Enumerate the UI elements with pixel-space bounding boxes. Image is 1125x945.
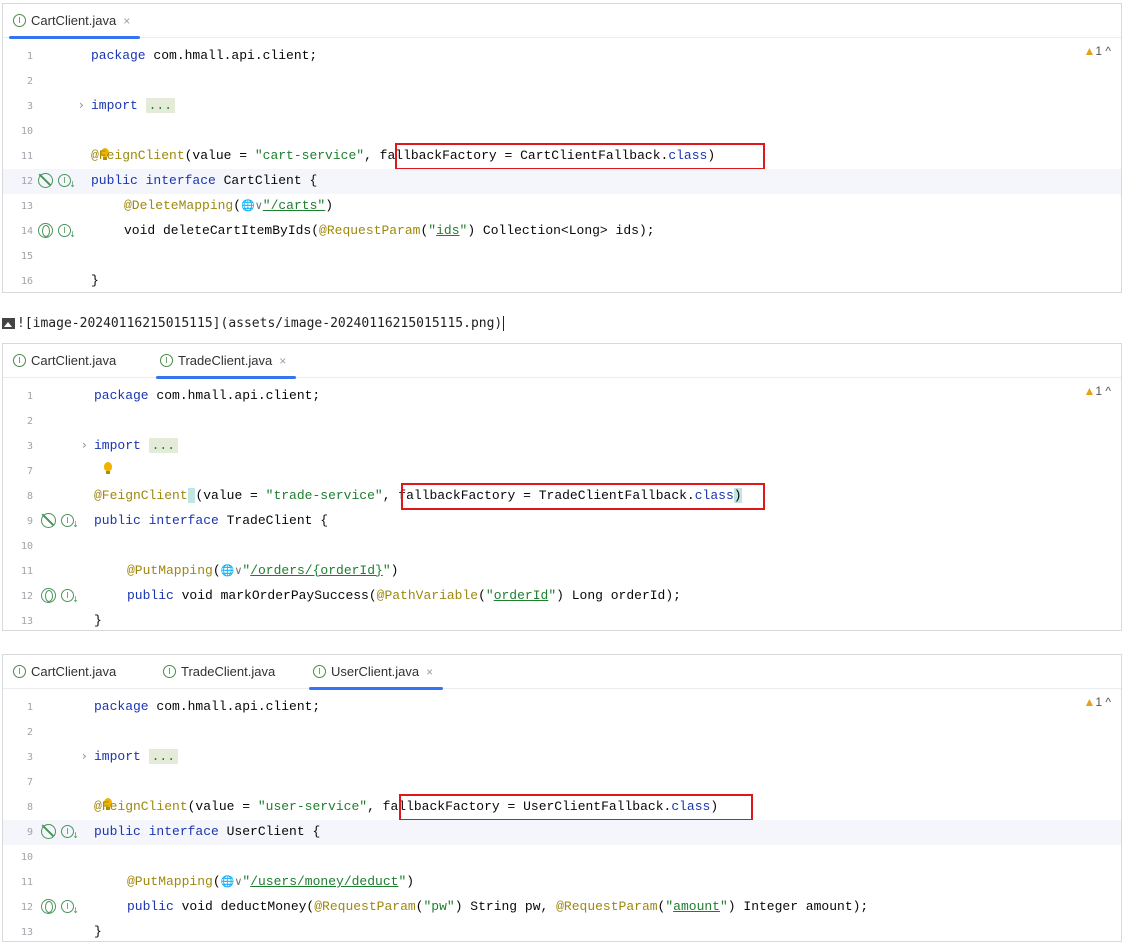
lightbulb-icon[interactable] [104, 462, 112, 474]
code-line: 14 I void deleteCartItemByIds(@RequestPa… [3, 219, 1121, 244]
code-line: 3 › import ... [3, 434, 1121, 459]
interface-implemented-icon[interactable]: I [61, 514, 79, 530]
tab-bar: I CartClient.java I TradeClient.java I U… [3, 655, 1121, 690]
interface-implemented-icon[interactable]: I [61, 589, 79, 605]
code-line: 2 [26, 416, 33, 427]
code-line: 12 I public void markOrderPaySuccess(@Pa… [3, 584, 1121, 609]
tab-cartclient[interactable]: I CartClient.java [13, 655, 116, 688]
editor-panel-cartclient: I CartClient.java × ▲1 ^ 1 package com.h… [2, 3, 1122, 293]
code-line: 11 @FeignClient(value = "cart-service", … [3, 143, 1121, 170]
code-line: 13 } [20, 924, 102, 939]
endpoint-globe-icon[interactable] [41, 899, 56, 914]
fold-chevron-icon[interactable]: › [82, 438, 87, 452]
fold-chevron-icon[interactable]: › [79, 98, 84, 112]
code-line: 8 @FeignClient (value = "trade-service",… [3, 483, 1121, 510]
code-line: 9 I public interface UserClient { [3, 820, 1121, 845]
code-line: 2 [26, 76, 33, 87]
code-line: 13 @DeleteMapping(🌐∨"/carts") [20, 198, 334, 213]
interface-icon: I [13, 665, 26, 678]
code-line: 12 I public interface CartClient { [3, 169, 1121, 194]
line-number: 1 [26, 51, 33, 62]
globe-icon[interactable]: 🌐∨ [221, 875, 243, 888]
interface-implemented-icon[interactable]: I [61, 825, 79, 841]
code-line: 2 [26, 727, 33, 738]
code-line: 13 } [20, 613, 102, 628]
code-line: 12 I public void deductMoney(@RequestPar… [3, 895, 1121, 920]
interface-icon: I [313, 665, 326, 678]
close-icon[interactable]: × [123, 14, 130, 28]
tab-tradeclient[interactable]: I TradeClient.java [163, 655, 275, 688]
tab-cartclient[interactable]: I CartClient.java [13, 344, 116, 377]
code-line: 1 package com.hmall.api.client; [3, 44, 1121, 69]
tab-bar: I CartClient.java × [3, 4, 1121, 39]
endpoint-globe-icon[interactable] [38, 223, 53, 238]
endpoint-globe-icon[interactable] [41, 588, 56, 603]
highlight-box [395, 143, 765, 170]
folded-imports[interactable]: ... [148, 749, 179, 764]
globe-icon[interactable]: 🌐∨ [221, 564, 243, 577]
image-icon [2, 317, 15, 329]
interface-icon: I [13, 14, 26, 27]
code-line: 10 [20, 126, 33, 137]
code-line: 7 [3, 459, 1121, 484]
code-line: 7 [26, 777, 33, 788]
interface-icon: I [160, 354, 173, 367]
fold-chevron-icon[interactable]: › [82, 749, 87, 763]
code-line: 8 @FeignClient(value = "user-service", f… [3, 794, 1121, 821]
markdown-image-line[interactable]: ![image-20240116215015115](assets/image-… [0, 313, 505, 333]
close-icon[interactable]: × [279, 354, 286, 368]
no-implementations-icon[interactable] [41, 824, 56, 839]
close-icon[interactable]: × [426, 665, 433, 679]
editor-panel-tradeclient: I CartClient.java I TradeClient.java × ▲… [2, 343, 1122, 631]
editor-panel-userclient: I CartClient.java I TradeClient.java I U… [2, 654, 1122, 942]
no-implementations-icon[interactable] [41, 513, 56, 528]
code-line: 10 [20, 541, 33, 552]
code-line: 16 } [20, 273, 99, 288]
folded-imports[interactable]: ... [148, 438, 179, 453]
code-line: 9 I public interface TradeClient { [3, 509, 1121, 534]
interface-implemented-icon[interactable]: I [58, 174, 76, 190]
code-line: 11 @PutMapping(🌐∨"/users/money/deduct") [20, 874, 415, 889]
tab-userclient[interactable]: I UserClient.java × [308, 655, 444, 690]
tab-bar: I CartClient.java I TradeClient.java × [3, 344, 1121, 379]
interface-implemented-icon[interactable]: I [61, 900, 79, 916]
interface-icon: I [163, 665, 176, 678]
code-line: 15 [20, 251, 33, 262]
folded-imports[interactable]: ... [145, 98, 176, 113]
highlight-box [401, 483, 765, 510]
globe-icon[interactable]: 🌐∨ [241, 199, 263, 212]
tab-tradeclient[interactable]: I TradeClient.java × [155, 344, 297, 379]
interface-icon: I [13, 354, 26, 367]
code-line: 3 › import ... [3, 745, 1121, 770]
tab-cartclient[interactable]: I CartClient.java × [8, 4, 141, 39]
code-line: 10 [20, 852, 33, 863]
code-line: 3 › import ... [3, 94, 1121, 119]
no-implementations-icon[interactable] [38, 173, 53, 188]
code-line: 11 @PutMapping(🌐∨"/orders/{orderId}") [20, 563, 399, 578]
markdown-image-text: ![image-20240116215015115](assets/image-… [17, 315, 503, 331]
tab-label: CartClient.java [31, 13, 117, 28]
code-line: 1 package com.hmall.api.client; [26, 699, 321, 714]
highlight-box [399, 794, 753, 821]
text-cursor [503, 315, 505, 331]
code-line: 1 package com.hmall.api.client; [26, 388, 321, 403]
interface-implemented-icon[interactable]: I [58, 224, 76, 240]
